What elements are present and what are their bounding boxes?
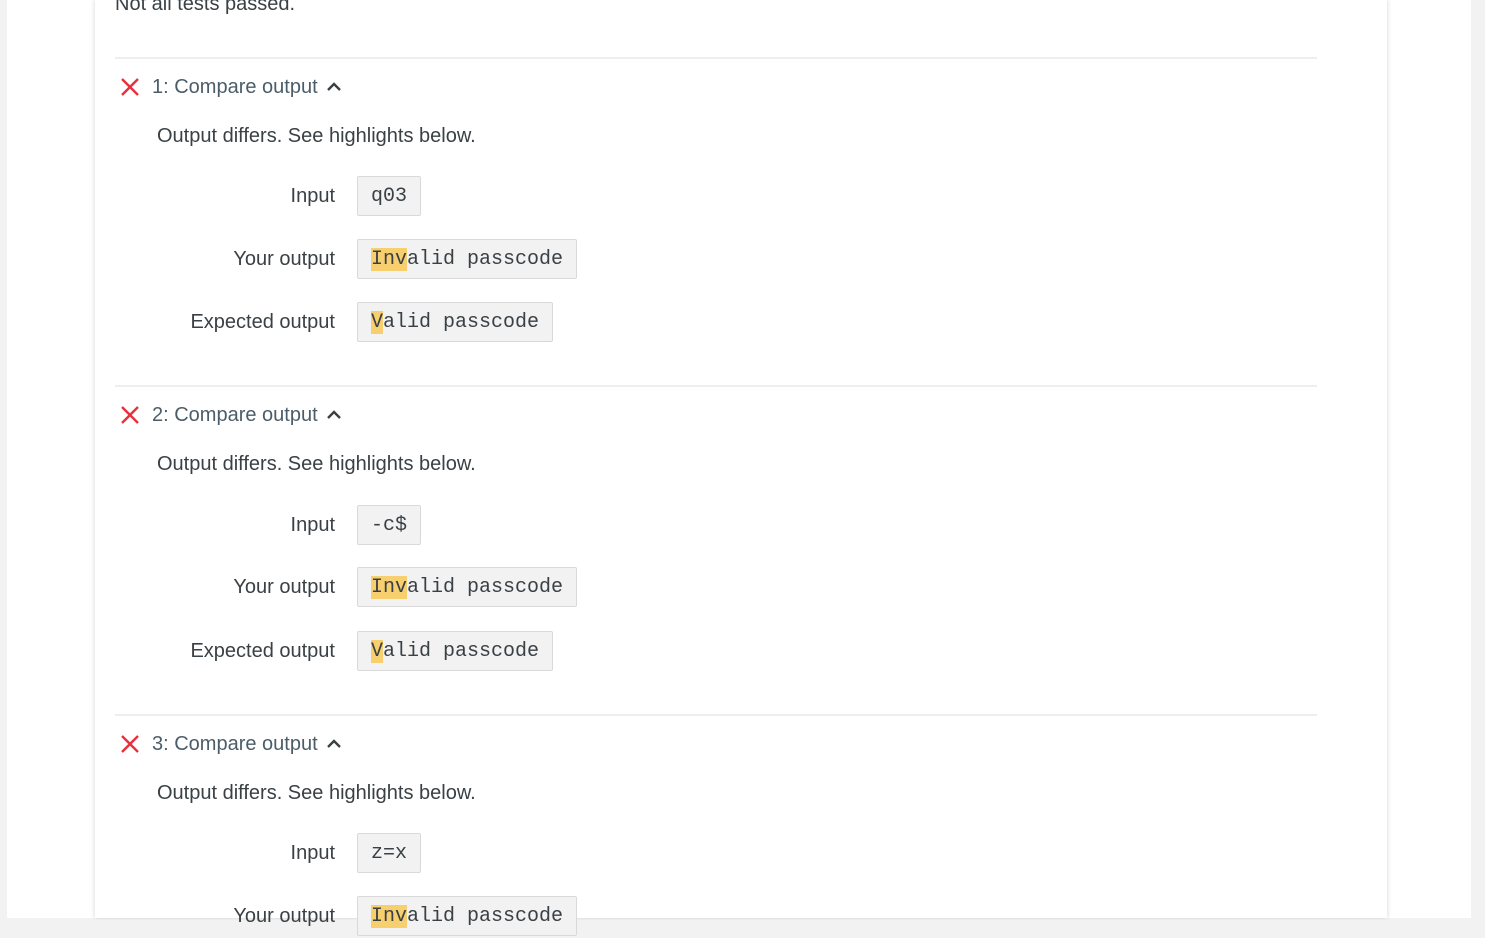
expected-output-label: Expected output xyxy=(190,640,335,662)
your-output-label: Your output xyxy=(233,576,335,598)
chevron-up-icon[interactable] xyxy=(325,78,343,96)
input-value: q03 xyxy=(357,176,422,216)
output-text: alid passcode xyxy=(407,247,564,271)
your-output-value: Inv alid passcode xyxy=(357,239,578,279)
diff-highlight: V xyxy=(371,310,384,334)
expected-output-label: Expected output xyxy=(190,311,335,333)
test-header-toggle[interactable]: 3: Compare output xyxy=(115,730,343,758)
your-output-label: Your output xyxy=(233,248,335,270)
page-background: Not all tests passed. 1: Compare output … xyxy=(7,0,1471,936)
input-label: Input xyxy=(290,514,335,536)
input-label: Input xyxy=(290,842,335,864)
your-output-value: Inv alid passcode xyxy=(357,567,578,607)
input-text: -c$ xyxy=(371,513,408,537)
diff-highlight: V xyxy=(371,639,384,663)
output-text: alid passcode xyxy=(407,575,564,599)
test-title: 1: Compare output xyxy=(152,75,318,98)
expected-output-value: Valid passcode xyxy=(357,631,554,671)
your-output-label: Your output xyxy=(233,905,335,927)
diff-message: Output differs. See highlights below. xyxy=(157,125,476,147)
chevron-up-icon[interactable] xyxy=(325,735,343,753)
diff-message: Output differs. See highlights below. xyxy=(157,782,476,804)
x-icon xyxy=(121,735,139,753)
diff-highlight: Inv xyxy=(371,247,408,271)
test-summary: Not all tests passed. xyxy=(115,0,296,15)
x-icon xyxy=(121,78,139,96)
output-text: alid passcode xyxy=(407,904,564,928)
input-text: z=x xyxy=(371,841,408,865)
input-text: q03 xyxy=(371,184,408,208)
diff-message: Output differs. See highlights below. xyxy=(157,453,476,475)
test-header-toggle[interactable]: 2: Compare output xyxy=(115,401,343,429)
input-value: z=x xyxy=(357,833,422,873)
chevron-up-icon[interactable] xyxy=(325,406,343,424)
your-output-value: Inv alid passcode xyxy=(357,896,578,936)
test-title: 3: Compare output xyxy=(152,732,318,755)
test-case-2: 2: Compare output Output differs. See hi… xyxy=(115,385,1317,715)
test-header-toggle[interactable]: 1: Compare output xyxy=(115,73,343,101)
results-card: Not all tests passed. 1: Compare output … xyxy=(95,0,1387,936)
input-value: -c$ xyxy=(357,505,422,545)
x-icon xyxy=(121,406,139,424)
test-case-3: 3: Compare output Output differs. See hi… xyxy=(115,714,1317,936)
input-label: Input xyxy=(290,185,335,207)
test-case-1: 1: Compare output Output differs. See hi… xyxy=(115,57,1317,387)
diff-highlight: Inv xyxy=(371,904,408,928)
expected-output-value: Valid passcode xyxy=(357,302,554,342)
output-text: alid passcode xyxy=(383,310,540,334)
diff-highlight: Inv xyxy=(371,575,408,599)
test-title: 2: Compare output xyxy=(152,403,318,426)
output-text: alid passcode xyxy=(383,639,540,663)
